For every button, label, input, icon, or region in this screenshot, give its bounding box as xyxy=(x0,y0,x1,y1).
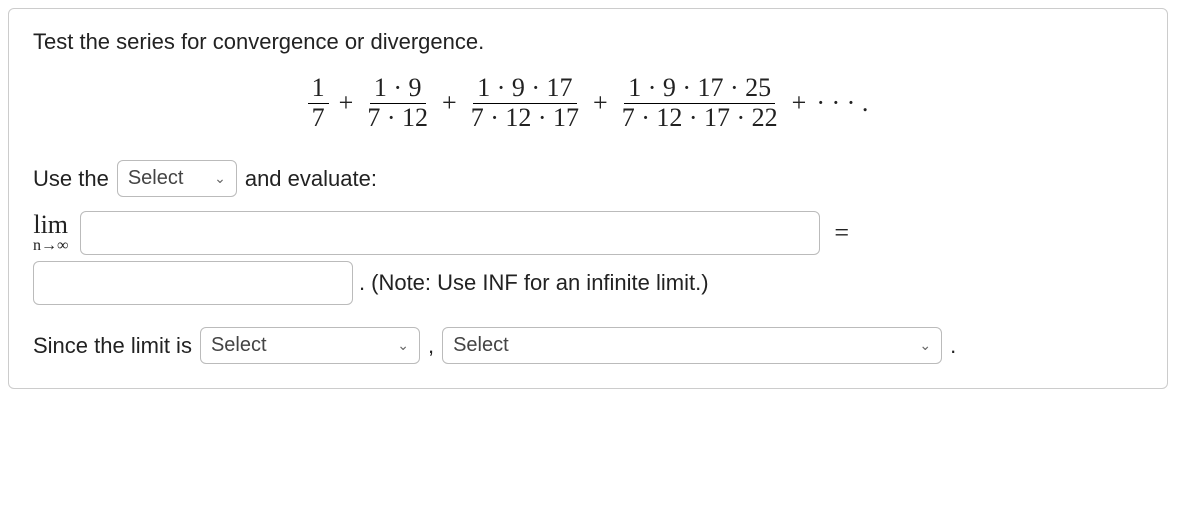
series-expression: 1 7 + 1 · 9 7 · 12 + 1 · 9 · 17 7 · 12 ·… xyxy=(33,73,1143,132)
ellipsis: · · · . xyxy=(816,88,868,118)
prompt-text: Test the series for convergence or diver… xyxy=(33,29,1143,55)
lim-subscript: n→∞ xyxy=(33,238,68,254)
limit-symbol: lim n→∞ xyxy=(33,212,68,254)
since-label: Since the limit is xyxy=(33,333,192,359)
end-period: . xyxy=(950,333,956,359)
note-dot: . xyxy=(359,270,365,296)
plus-4: + xyxy=(792,88,807,118)
limit-row: lim n→∞ = xyxy=(33,211,1143,255)
test-select[interactable]: Select ⌄ xyxy=(117,160,237,197)
chevron-down-icon: ⌄ xyxy=(397,337,409,354)
question-card: Test the series for convergence or diver… xyxy=(8,8,1168,389)
plus-2: + xyxy=(442,88,457,118)
comma: , xyxy=(428,333,434,359)
term-3: 1 · 9 · 17 7 · 12 · 17 xyxy=(467,74,583,132)
chevron-down-icon: ⌄ xyxy=(919,337,931,354)
test-select-label: Select xyxy=(128,167,184,190)
term-2: 1 · 9 7 · 12 xyxy=(363,74,432,132)
plus-1: + xyxy=(339,88,354,118)
chevron-down-icon: ⌄ xyxy=(214,170,226,187)
conclusion-select[interactable]: Select ⌄ xyxy=(442,327,942,364)
limit-condition-select[interactable]: Select ⌄ xyxy=(200,327,420,364)
conclusion-label: Select xyxy=(453,334,509,357)
use-the-label: Use the xyxy=(33,166,109,192)
and-evaluate-label: and evaluate: xyxy=(245,166,377,192)
limit-value-input[interactable] xyxy=(33,261,353,305)
lim-text: lim xyxy=(33,212,68,238)
equals-sign: = xyxy=(828,218,855,248)
plus-3: + xyxy=(593,88,608,118)
term-4: 1 · 9 · 17 · 25 7 · 12 · 17 · 22 xyxy=(618,74,782,132)
limit-expression-input[interactable] xyxy=(80,211,820,255)
limit-condition-label: Select xyxy=(211,334,267,357)
use-the-row: Use the Select ⌄ and evaluate: xyxy=(33,160,1143,197)
note-row: . (Note: Use INF for an infinite limit.) xyxy=(33,261,1143,305)
conclusion-row: Since the limit is Select ⌄ , Select ⌄ . xyxy=(33,327,1143,364)
note-text: (Note: Use INF for an infinite limit.) xyxy=(371,270,708,296)
term-1: 1 7 xyxy=(308,74,329,132)
